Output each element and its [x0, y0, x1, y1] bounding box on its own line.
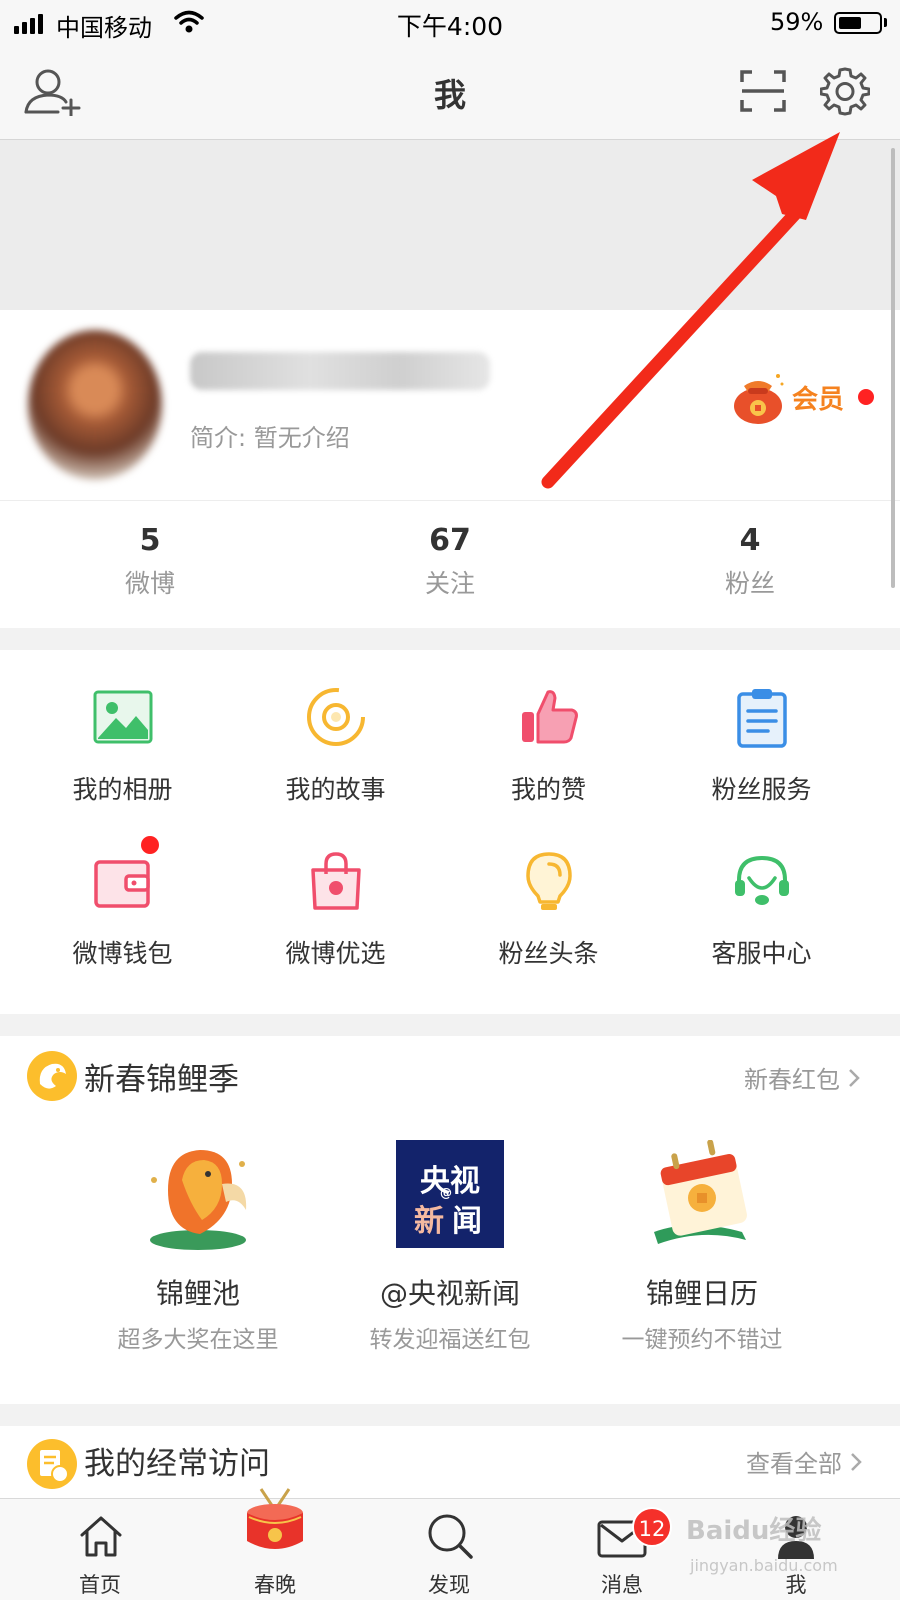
stat-value: 67 — [429, 523, 471, 558]
cctv-logo-xin: 新 — [414, 1204, 444, 1239]
grid-label: 微博钱包 — [72, 939, 173, 968]
grid-label: 客服中心 — [711, 939, 812, 968]
vip-label: 会员 — [792, 384, 845, 415]
koi-item-calendar[interactable]: 锦鲤日历 一键预约不错过 — [552, 1140, 852, 1354]
tab-label: 发现 — [428, 1573, 470, 1597]
scan-icon[interactable] — [740, 70, 786, 112]
cctv-news-logo: 央视 新 @ 闻 — [396, 1140, 504, 1248]
koi-fish-icon — [150, 1150, 247, 1250]
koi-section-title: 新春锦鲤季 — [84, 1062, 239, 1098]
grid-label: 粉丝服务 — [711, 775, 812, 804]
grid-item-fan-headlines[interactable]: 粉丝头条 — [436, 814, 661, 978]
grid-item-fan-service[interactable]: 粉丝服务 — [649, 650, 874, 814]
frequent-visits-icon — [27, 1439, 77, 1489]
grid-item-selected-goods[interactable]: 微博优选 — [223, 814, 448, 978]
grid-item-album[interactable]: 我的相册 — [10, 650, 235, 814]
calendar-icon — [654, 1140, 747, 1244]
battery-nub — [884, 18, 887, 27]
grid-item-story[interactable]: 我的故事 — [223, 650, 448, 814]
stat-label: 关注 — [424, 569, 475, 598]
profile-cover[interactable] — [0, 140, 900, 310]
stat-value: 5 — [139, 523, 161, 558]
tab-label: 消息 — [601, 1573, 643, 1597]
stat-label: 粉丝 — [724, 569, 775, 598]
scroll-indicator[interactable] — [891, 148, 895, 588]
messages-badge: 12 — [632, 1507, 672, 1547]
tab-home[interactable]: 首页 — [40, 1499, 160, 1600]
headset-icon — [735, 855, 789, 905]
thumbs-up-icon — [522, 690, 578, 744]
story-icon — [307, 688, 365, 746]
grid-item-likes[interactable]: 我的赞 — [436, 650, 661, 814]
tab-label: 首页 — [79, 1573, 121, 1597]
tab-label: 春晚 — [254, 1573, 296, 1597]
feature-grid: 我的相册 我的故事 我的赞 粉丝服务 微博钱包 微博优选 粉丝头条 客服中心 — [0, 650, 900, 1014]
watermark: Baidu经验 — [686, 1516, 822, 1546]
koi-item-sub: 一键预约不错过 — [621, 1327, 783, 1353]
koi-item-name: 锦鲤日历 — [645, 1277, 758, 1310]
cctv-logo-at: @ — [440, 1186, 452, 1200]
vip-notification-dot — [858, 389, 875, 405]
profile-bio: 简介: 暂无介绍 — [190, 424, 350, 452]
status-bar: 中国移动 下午4:00 59% — [0, 0, 900, 48]
vip-entry[interactable]: 会员 — [730, 368, 875, 426]
search-icon — [428, 1514, 473, 1559]
frequent-visits-section: 我的经常访问 查看全部 — [0, 1426, 900, 1506]
album-icon — [93, 690, 153, 744]
home-icon — [80, 1516, 122, 1557]
frequent-visits-title: 我的经常访问 — [84, 1446, 270, 1482]
money-bag-icon — [734, 374, 784, 424]
nav-bar: 我 — [0, 48, 900, 140]
grid-label: 粉丝头条 — [498, 939, 599, 968]
grid-item-wallet[interactable]: 微博钱包 — [10, 814, 235, 978]
wallet-notification-dot — [141, 836, 159, 854]
wallet-icon — [94, 860, 150, 908]
cctv-logo-wen: 闻 — [452, 1204, 482, 1239]
settings-gear-icon[interactable] — [820, 66, 870, 116]
grid-label: 微博优选 — [285, 939, 386, 968]
profile-header[interactable]: 简介: 暂无介绍 会员 — [0, 310, 900, 500]
chevron-right-icon — [849, 1068, 860, 1087]
koi-section: 新春锦鲤季 新春红包 锦鲤池 超多大奖在这里 央视 新 @ 闻 @央视新闻 转发… — [0, 1036, 900, 1404]
stat-weibo[interactable]: 5 微博 — [0, 501, 300, 628]
koi-section-link-label: 新春红包 — [744, 1066, 840, 1094]
grid-label: 我的故事 — [285, 775, 386, 804]
lightbulb-icon — [526, 852, 572, 910]
avatar[interactable] — [28, 330, 162, 480]
stat-value: 4 — [739, 523, 761, 558]
koi-section-icon — [27, 1051, 77, 1101]
tab-discover[interactable]: 发现 — [389, 1499, 509, 1600]
battery-fill — [839, 17, 861, 29]
clipboard-icon — [737, 689, 787, 748]
stats-row: 5 微博 67 关注 4 粉丝 — [0, 500, 900, 628]
frequent-visits-link-label: 查看全部 — [746, 1450, 842, 1478]
grid-label: 我的相册 — [72, 775, 173, 804]
frequent-visits-link[interactable]: 查看全部 — [746, 1444, 862, 1479]
username-blurred — [190, 352, 490, 390]
stat-fans[interactable]: 4 粉丝 — [600, 501, 900, 628]
battery-icon — [834, 12, 882, 34]
tab-messages[interactable]: 12 消息 — [562, 1499, 682, 1600]
stat-following[interactable]: 67 关注 — [300, 501, 600, 628]
grid-label: 我的赞 — [510, 775, 586, 804]
chevron-right-icon — [851, 1452, 862, 1471]
tab-spring-gala[interactable]: 春晚 — [215, 1488, 335, 1600]
battery-percent: 59% — [770, 8, 824, 36]
koi-section-link[interactable]: 新春红包 — [744, 1060, 860, 1095]
watermark-url: jingyan.baidu.com — [690, 1556, 838, 1575]
shopping-bag-icon — [311, 852, 361, 910]
drum-icon — [247, 1488, 303, 1549]
grid-item-customer-service[interactable]: 客服中心 — [649, 814, 874, 978]
clock: 下午4:00 — [396, 12, 504, 41]
stat-label: 微博 — [124, 569, 175, 598]
